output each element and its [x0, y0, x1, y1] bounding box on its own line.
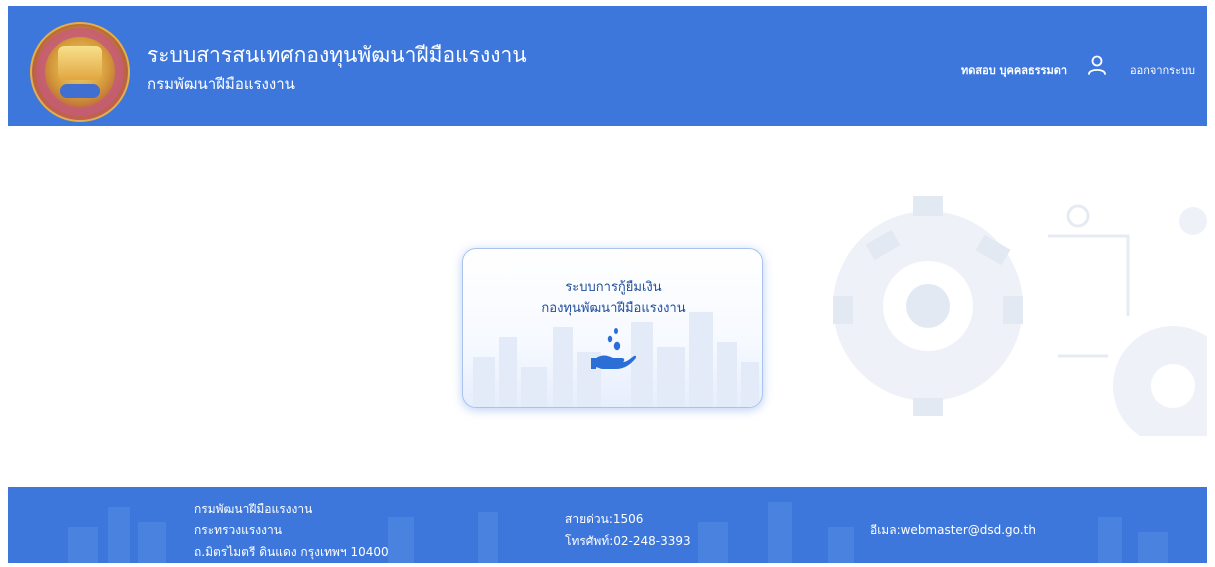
loan-system-card[interactable]: ระบบการกู้ยืมเงิน กองทุนพัฒนาฝีมือแรงงาน — [462, 248, 763, 408]
card-title-line1: ระบบการกู้ยืมเงิน — [565, 280, 662, 295]
site-title: ระบบสารสนเทศกองทุนพัฒนาฝีมือแรงงาน — [147, 43, 527, 67]
header: ระบบสารสนเทศกองทุนพัฒนาฝีมือแรงงาน กรมพั… — [8, 6, 1207, 126]
gears-background-icon — [833, 196, 1207, 436]
footer-phone: โทรศัพท์:02-248-3393 — [565, 534, 691, 548]
user-icon[interactable] — [1086, 54, 1108, 76]
main-content: ระบบการกู้ยืมเงิน กองทุนพัฒนาฝีมือแรงงาน — [8, 126, 1207, 487]
dsd-emblem-logo — [30, 22, 130, 122]
logout-link[interactable]: ออกจากระบบ — [1130, 61, 1195, 79]
card-title-line2: กองทุนพัฒนาฝีมือแรงงาน — [541, 301, 686, 316]
footer: กรมพัฒนาฝีมือแรงงาน กระทรวงแรงงาน ถ.มิตร… — [8, 487, 1207, 563]
username-label: ทดสอบ บุคคลธรรมดา — [961, 64, 1068, 77]
site-subtitle: กรมพัฒนาฝีมือแรงงาน — [147, 75, 295, 93]
footer-address: ถ.มิตรไมตรี ดินแดง กรุงเทพฯ 10400 — [194, 545, 389, 559]
loan-hand-icon — [591, 328, 637, 369]
footer-ministry: กระทรวงแรงงาน — [194, 523, 282, 537]
app-frame: ระบบสารสนเทศกองทุนพัฒนาฝีมือแรงงาน กรมพั… — [8, 6, 1207, 563]
footer-email[interactable]: อีเมล:webmaster@dsd.go.th — [870, 521, 1036, 540]
footer-hotline: สายด่วน:1506 — [565, 512, 644, 526]
footer-org-name: กรมพัฒนาฝีมือแรงงาน — [194, 502, 313, 516]
